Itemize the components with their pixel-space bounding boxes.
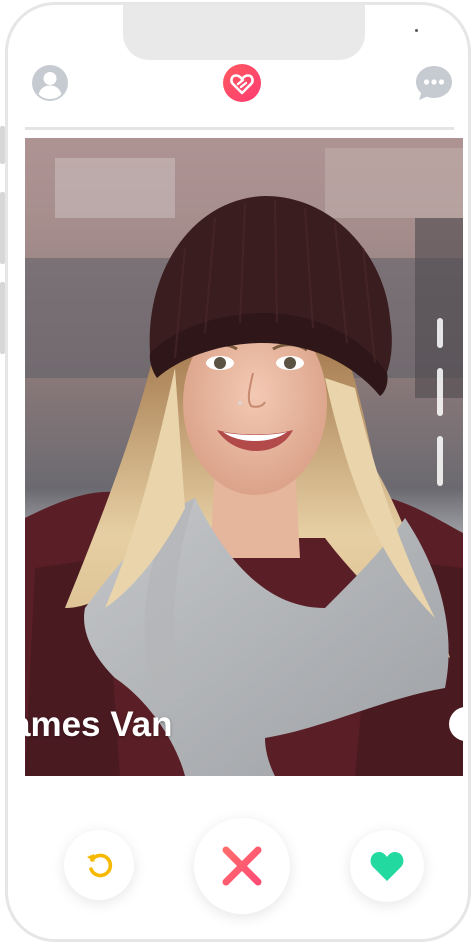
profile-name: ames Van	[25, 705, 173, 744]
photo-indicator-1	[437, 318, 443, 348]
messages-button[interactable]	[413, 63, 455, 103]
app-logo-button[interactable]	[222, 63, 262, 103]
close-icon	[222, 846, 262, 886]
like-button[interactable]	[350, 830, 424, 902]
user-icon	[32, 65, 68, 101]
nope-button[interactable]	[194, 818, 290, 914]
phone-notch	[123, 5, 365, 60]
profile-card[interactable]: ames Van	[25, 138, 463, 776]
heart-logo-icon	[223, 64, 261, 102]
rewind-icon	[87, 853, 113, 878]
header-divider	[25, 127, 454, 130]
heart-icon	[370, 852, 404, 881]
photo-indicator-3	[437, 436, 443, 486]
profile-button[interactable]	[30, 63, 70, 103]
photo-indicator-2	[437, 368, 443, 416]
phone-frame: ames Van	[5, 2, 471, 942]
profile-photo	[25, 138, 463, 776]
chat-bubble-icon	[416, 66, 452, 100]
camera-dot	[415, 29, 418, 32]
rewind-button[interactable]	[64, 830, 134, 900]
